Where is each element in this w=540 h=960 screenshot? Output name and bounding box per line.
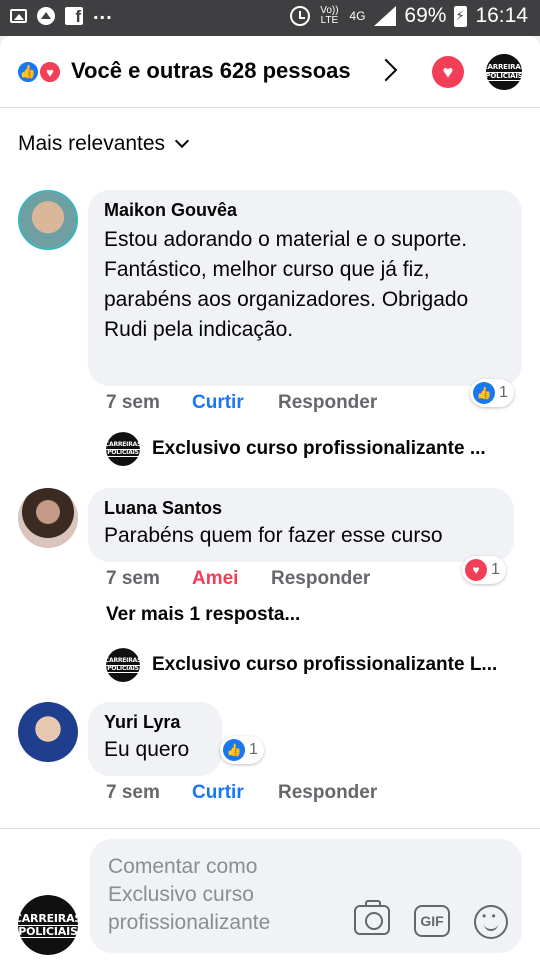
comment-placeholder: Comentar como Exclusivo curso profission… xyxy=(108,855,271,934)
reactions-header[interactable]: 👍 ♥ Você e outras 628 pessoas ♥ CARREIRA… xyxy=(0,36,540,108)
reply-preview[interactable]: CARREIRAS POLICIAIS Exclusivo curso prof… xyxy=(106,648,502,682)
battery-percent: 69% xyxy=(404,4,447,27)
love-react-button[interactable]: ♥ xyxy=(432,56,464,88)
reaction-count-value: 1 xyxy=(491,561,500,578)
sticker-icon[interactable] xyxy=(474,905,508,939)
camera-icon[interactable] xyxy=(354,900,390,935)
reply-preview-text: Exclusivo curso profissionalizante ... xyxy=(152,438,486,459)
like-icon: 👍 xyxy=(16,60,40,84)
like-icon: 👍 xyxy=(223,739,245,761)
comment-input[interactable]: Comentar como Exclusivo curso profission… xyxy=(90,839,522,953)
comment-composer-bar: CARREIRAS POLICIAIS Comentar como Exclus… xyxy=(0,828,540,960)
comment-bubble[interactable]: Maikon Gouvêa Estou adorando o material … xyxy=(88,190,522,386)
comment-actions: 7 sem Curtir Responder xyxy=(106,392,406,418)
reply-button[interactable]: Responder xyxy=(271,568,370,590)
sort-dropdown[interactable]: Mais relevantes xyxy=(18,132,190,156)
like-icon: 👍 xyxy=(473,382,495,404)
chevron-right-icon[interactable] xyxy=(374,58,398,82)
comment-author[interactable]: Maikon Gouvêa xyxy=(104,200,506,221)
comment-author[interactable]: Luana Santos xyxy=(104,498,498,519)
clock: 16:14 xyxy=(475,4,528,27)
facebook-icon: f xyxy=(65,6,83,26)
love-icon: ♥ xyxy=(38,60,62,84)
avatar: CARREIRAS POLICIAIS xyxy=(106,432,140,466)
avatar: CARREIRAS POLICIAIS xyxy=(18,895,78,955)
love-icon: ♥ xyxy=(465,559,487,581)
comment-text: Parabéns quem for fazer esse curso xyxy=(104,524,443,547)
comment-text: Estou adorando o material e o suporte. F… xyxy=(104,228,469,341)
reply-button[interactable]: Responder xyxy=(278,392,377,414)
comment-bubble[interactable]: Yuri Lyra Eu quero xyxy=(88,702,222,776)
avatar[interactable] xyxy=(18,702,78,762)
page-avatar[interactable]: CARREIRAS POLICIAIS xyxy=(486,54,522,90)
reaction-count-value: 1 xyxy=(249,741,258,758)
reaction-icons: 👍 ♥ xyxy=(16,60,66,84)
reaction-count[interactable]: 👍 1 xyxy=(220,736,264,764)
reply-button[interactable]: Responder xyxy=(278,782,377,804)
view-more-replies[interactable]: Ver mais 1 resposta... xyxy=(106,604,300,626)
reaction-count[interactable]: ♥ 1 xyxy=(462,556,506,584)
comments-sheet: 👍 ♥ Você e outras 628 pessoas ♥ CARREIRA… xyxy=(0,36,540,960)
carreiras-policiais-logo: CARREIRAS POLICIAIS xyxy=(106,648,140,682)
comment-time: 7 sem xyxy=(106,568,160,589)
status-bar: f ... Vo)) LTE 4G 69% 16:14 xyxy=(0,0,540,36)
network-indicator: 4G xyxy=(349,9,366,23)
reaction-count[interactable]: 👍 1 xyxy=(470,379,514,407)
screen-recorder-icon xyxy=(37,6,55,25)
signal-icon xyxy=(374,6,397,26)
carreiras-policiais-logo: CARREIRAS POLICIAIS xyxy=(486,54,522,90)
reply-preview-text: Exclusivo curso profissionalizante L... xyxy=(152,654,498,675)
sort-label: Mais relevantes xyxy=(18,132,166,155)
more-notifications: ... xyxy=(93,2,113,24)
avatar[interactable] xyxy=(18,190,78,250)
carreiras-policiais-logo: CARREIRAS POLICIAIS xyxy=(18,895,78,955)
carreiras-policiais-logo: CARREIRAS POLICIAIS xyxy=(106,432,140,466)
comment-actions: 7 sem Amei Responder xyxy=(106,568,406,594)
reactions-summary[interactable]: Você e outras 628 pessoas xyxy=(71,58,351,84)
alarm-icon xyxy=(290,6,311,26)
gallery-icon xyxy=(10,8,27,23)
battery-charging-icon xyxy=(454,5,468,27)
chevron-down-icon xyxy=(174,133,190,149)
comment-author[interactable]: Yuri Lyra xyxy=(104,712,206,733)
reply-preview[interactable]: CARREIRAS POLICIAIS Exclusivo curso prof… xyxy=(106,432,502,466)
loved-button[interactable]: Amei xyxy=(192,568,238,590)
comment-actions: 7 sem Curtir Responder xyxy=(106,782,406,808)
avatar[interactable] xyxy=(18,488,78,548)
like-button[interactable]: Curtir xyxy=(192,782,244,804)
volte-indicator: Vo)) LTE xyxy=(320,5,339,26)
avatar: CARREIRAS POLICIAIS xyxy=(106,648,140,682)
like-button[interactable]: Curtir xyxy=(192,392,244,414)
comment-time: 7 sem xyxy=(106,392,160,413)
reaction-count-value: 1 xyxy=(499,384,508,401)
comment-bubble[interactable]: Luana Santos Parabéns quem for fazer ess… xyxy=(88,488,514,562)
comment-text: Eu quero xyxy=(104,738,190,761)
gif-button[interactable]: GIF xyxy=(414,905,450,937)
comment-time: 7 sem xyxy=(106,782,160,803)
